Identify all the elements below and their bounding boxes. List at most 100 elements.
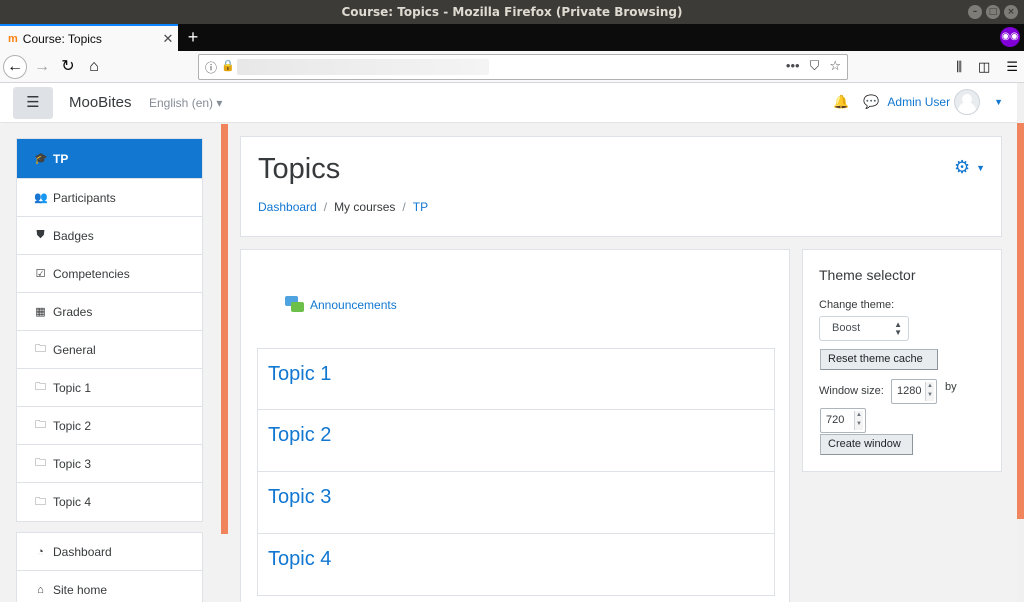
home-icon: ⌂ <box>37 584 44 596</box>
theme-selector-block: Theme selector Change theme: Boost ▲ ▼ Re… <box>802 249 1002 472</box>
nav-item-label: TP <box>53 151 69 166</box>
nav-item-general[interactable]: 🗀 General <box>17 331 202 369</box>
nav-item-competencies[interactable]: ☑ Competencies <box>17 255 202 293</box>
topic-title-link[interactable]: Topic 4 <box>268 548 764 571</box>
nav-item-topic-1[interactable]: 🗀 Topic 1 <box>17 369 202 407</box>
topic-title-link[interactable]: Topic 3 <box>268 486 764 509</box>
sidebar-icon[interactable]: ◫ <box>978 59 990 75</box>
reset-theme-cache-button[interactable]: Reset theme cache <box>820 349 938 370</box>
language-menu[interactable]: English (en) ▾ <box>149 96 222 110</box>
block-title: Theme selector <box>819 267 916 283</box>
spinner-arrows-icon[interactable]: ▲ ▼ <box>925 382 934 401</box>
theme-select[interactable]: Boost ▲ ▼ <box>819 316 909 341</box>
site-brand[interactable]: MooBites <box>69 94 132 111</box>
private-browsing-icon: ◉◉ <box>1000 27 1020 47</box>
url-text-redacted[interactable] <box>237 59 489 75</box>
home-button[interactable]: ⌂ <box>82 55 106 79</box>
course-content-card: Announcements Topic 1 Topic 2 Topic 3 To… <box>240 249 790 602</box>
tab-strip: m Course: Topics ✕ + ◉◉ <box>0 24 1024 51</box>
folder-icon: 🗀 <box>35 419 46 431</box>
breadcrumb-course[interactable]: TP <box>413 200 428 214</box>
nav-item-label: Participants <box>53 190 116 205</box>
spinner-arrows-icon[interactable]: ▲ ▼ <box>854 411 863 430</box>
nav-item-topic-3[interactable]: 🗀 Topic 3 <box>17 445 202 483</box>
gear-icon: ⚙ <box>953 157 971 177</box>
create-window-button[interactable]: Create window <box>820 434 913 455</box>
topic-title-link[interactable]: Topic 2 <box>268 424 764 447</box>
window-height-input[interactable]: 720 ▲ ▼ <box>820 408 866 433</box>
nav-item-badges[interactable]: ⛊ Badges <box>17 217 202 255</box>
topic-title-link[interactable]: Topic 1 <box>268 363 764 386</box>
nav-item-label: Topic 4 <box>53 495 92 509</box>
page-actions-icon[interactable]: ••• <box>786 58 800 74</box>
forum-icon <box>285 296 305 314</box>
reload-button[interactable]: ↻ <box>56 55 80 79</box>
menu-icon[interactable]: ☰ <box>1006 59 1018 75</box>
window-size-label: Window size: <box>819 385 884 397</box>
shield-icon: ⛊ <box>36 229 45 241</box>
nav-item-label: Competencies <box>53 266 130 281</box>
select-arrows-icon: ▲ ▼ <box>894 320 902 337</box>
breadcrumb: Dashboard / My courses / TP <box>258 200 428 214</box>
chevron-down-icon: ▾ <box>216 96 223 110</box>
nav-item-label: Grades <box>53 304 93 319</box>
site-nav-list: ◔ Dashboard ⌂ Site home <box>16 532 203 602</box>
tab-title: Course: Topics <box>22 31 102 46</box>
forward-button[interactable]: → <box>30 55 54 79</box>
check-square-icon: ☑ <box>35 268 46 280</box>
drawer-edge <box>221 124 228 534</box>
close-window-icon[interactable]: × <box>1004 5 1018 19</box>
user-menu-caret-icon[interactable]: ▼ <box>994 97 1003 107</box>
moodle-favicon-icon: m <box>8 32 18 45</box>
page-title: Topics <box>258 153 341 185</box>
nav-item-label: General <box>53 342 96 357</box>
nav-item-dashboard[interactable]: ◔ Dashboard <box>17 533 202 571</box>
folder-icon: 🗀 <box>35 495 46 508</box>
minimize-icon[interactable]: – <box>968 5 982 19</box>
tab-close-icon[interactable]: ✕ <box>158 31 178 47</box>
scrollbar-thumb[interactable] <box>1017 123 1024 519</box>
browser-tab[interactable]: m Course: Topics ✕ <box>0 24 178 51</box>
breadcrumb-dashboard[interactable]: Dashboard <box>258 200 317 214</box>
page-scrollbar[interactable] <box>1017 83 1024 602</box>
notification-bell-icon[interactable]: 🔔 <box>833 94 849 110</box>
nav-item-tp[interactable]: 🎓 TP <box>17 139 202 179</box>
announcements-link[interactable]: Announcements <box>310 298 397 312</box>
back-button[interactable]: ← <box>3 55 27 79</box>
nav-item-participants[interactable]: 👥 Participants <box>17 179 202 217</box>
bookmark-star-icon[interactable]: ☆ <box>829 58 841 74</box>
graduation-cap-icon: 🎓 <box>34 153 48 165</box>
by-label: by <box>945 381 957 393</box>
messages-icon[interactable]: 💬 <box>863 94 879 110</box>
window-width-value: 1280 <box>897 385 922 397</box>
library-icon[interactable]: ⫼ <box>956 59 962 75</box>
nav-item-grades[interactable]: ▦ Grades <box>17 293 202 331</box>
topic-section: Topic 1 <box>257 348 775 410</box>
site-info-icon[interactable]: ⓘ <box>205 59 217 76</box>
folder-icon: 🗀 <box>35 457 46 469</box>
nav-item-topic-2[interactable]: 🗀 Topic 2 <box>17 407 202 445</box>
drawer-toggle-button[interactable]: ☰ <box>13 87 53 119</box>
topic-section: Topic 2 <box>257 410 775 472</box>
theme-select-value: Boost <box>832 322 861 334</box>
avatar[interactable] <box>954 89 981 115</box>
insecure-lock-icon[interactable]: 🔒 <box>221 59 235 72</box>
nav-item-label: Topic 2 <box>53 418 92 433</box>
site-header: ☰ MooBites English (en) ▾ 🔔 💬 Admin User… <box>0 83 1017 123</box>
user-name[interactable]: Admin User <box>887 95 950 109</box>
maximize-icon[interactable]: □ <box>986 5 1000 19</box>
url-actions: ••• ⛉ ☆ <box>786 58 841 74</box>
new-tab-button[interactable]: + <box>182 26 204 48</box>
browser-toolbar: ← → ↻ ⌂ ⓘ 🔒 ••• ⛉ ☆ ⫼ ◫ ☰ <box>0 51 1024 83</box>
course-settings-menu[interactable]: ⚙ ▼ <box>954 157 985 178</box>
nav-item-topic-4[interactable]: 🗀 Topic 4 <box>17 483 202 521</box>
users-icon: 👥 <box>34 192 48 204</box>
announcements-activity[interactable]: Announcements <box>285 296 397 314</box>
window-title: Course: Topics - Mozilla Firefox (Privat… <box>341 5 683 19</box>
chevron-down-icon: ▼ <box>976 162 985 173</box>
pocket-icon[interactable]: ⛉ <box>810 58 820 74</box>
nav-item-site-home[interactable]: ⌂ Site home <box>17 571 202 602</box>
url-bar[interactable]: ⓘ 🔒 ••• ⛉ ☆ <box>198 54 848 80</box>
nav-item-label: Badges <box>53 228 94 243</box>
window-width-input[interactable]: 1280 ▲ ▼ <box>891 379 937 404</box>
